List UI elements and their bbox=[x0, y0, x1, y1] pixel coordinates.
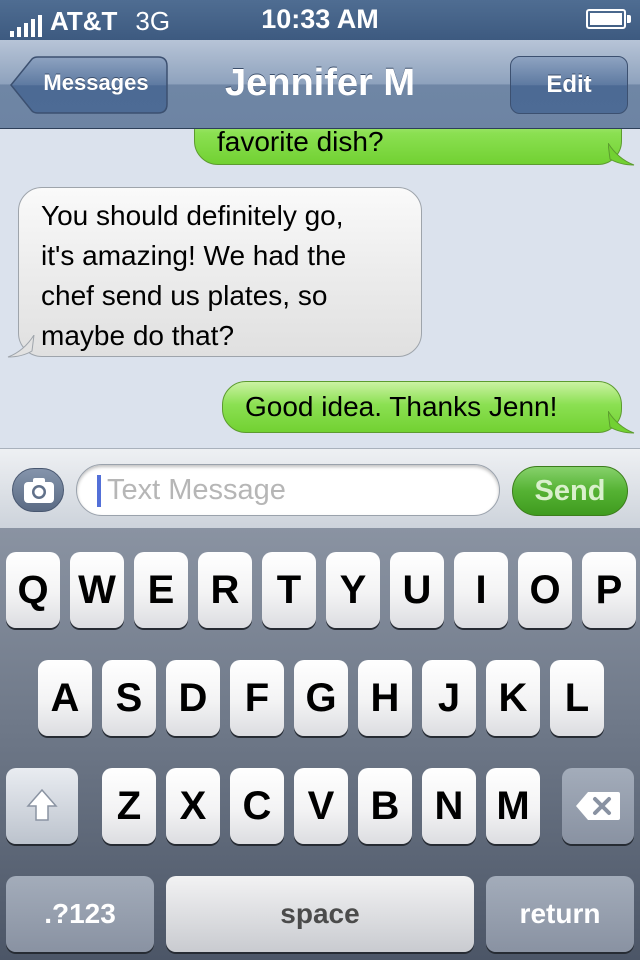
key-label: K bbox=[498, 676, 528, 720]
key-label: H bbox=[370, 676, 400, 720]
key-k[interactable]: K bbox=[486, 660, 540, 736]
key-v[interactable]: V bbox=[294, 768, 348, 844]
backspace-icon bbox=[576, 792, 620, 820]
key-label: X bbox=[179, 784, 207, 828]
key-u[interactable]: U bbox=[390, 552, 444, 628]
key-x[interactable]: X bbox=[166, 768, 220, 844]
key-label: U bbox=[402, 568, 432, 612]
delete-key[interactable] bbox=[562, 768, 634, 844]
camera-icon bbox=[24, 478, 54, 503]
key-label: .?123 bbox=[44, 898, 116, 929]
conversation-area[interactable]: favorite dish? You should definitely go,… bbox=[0, 129, 640, 448]
key-i[interactable]: I bbox=[454, 552, 508, 628]
message-line: chef send us plates, so bbox=[41, 280, 328, 311]
return-key[interactable]: return bbox=[486, 876, 634, 952]
keyboard: Q W E R T Y U I O P A S D F G H J K L Z … bbox=[0, 528, 640, 960]
key-label: L bbox=[564, 676, 590, 720]
key-h[interactable]: H bbox=[358, 660, 412, 736]
message-text: favorite dish? bbox=[217, 129, 384, 157]
bubble-tail-outgoing bbox=[608, 411, 635, 434]
key-g[interactable]: G bbox=[294, 660, 348, 736]
key-m[interactable]: M bbox=[486, 768, 540, 844]
key-label: I bbox=[475, 568, 487, 612]
space-key[interactable]: space bbox=[166, 876, 474, 952]
key-label: G bbox=[305, 676, 337, 720]
key-label: Y bbox=[339, 568, 367, 612]
key-label: Q bbox=[17, 568, 49, 612]
key-label: F bbox=[244, 676, 270, 720]
message-bubble-outgoing[interactable]: Good idea. Thanks Jenn! bbox=[222, 381, 622, 433]
key-p[interactable]: P bbox=[582, 552, 636, 628]
status-time: 10:33 AM bbox=[261, 4, 379, 34]
key-label: N bbox=[434, 784, 464, 828]
key-label: O bbox=[529, 568, 561, 612]
key-label: C bbox=[242, 784, 272, 828]
key-d[interactable]: D bbox=[166, 660, 220, 736]
bubble-tail-outgoing bbox=[608, 143, 635, 166]
key-t[interactable]: T bbox=[262, 552, 316, 628]
key-y[interactable]: Y bbox=[326, 552, 380, 628]
key-label: space bbox=[280, 898, 360, 929]
shift-arrow-icon bbox=[26, 788, 58, 821]
key-label: A bbox=[50, 676, 80, 720]
key-label: V bbox=[307, 784, 335, 828]
message-line: You should definitely go, bbox=[41, 200, 344, 231]
send-button[interactable]: Send bbox=[512, 466, 628, 516]
message-line: it's amazing! We had the bbox=[41, 240, 347, 271]
key-label: M bbox=[496, 784, 530, 828]
key-label: W bbox=[78, 568, 116, 612]
key-label: S bbox=[115, 676, 143, 720]
key-label: R bbox=[210, 568, 240, 612]
key-w[interactable]: W bbox=[70, 552, 124, 628]
key-label: E bbox=[147, 568, 175, 612]
message-bubble-outgoing[interactable]: favorite dish? bbox=[194, 129, 622, 165]
battery-icon bbox=[586, 9, 631, 29]
text-cursor bbox=[97, 475, 101, 507]
key-s[interactable]: S bbox=[102, 660, 156, 736]
edit-button[interactable]: Edit bbox=[510, 56, 628, 114]
key-e[interactable]: E bbox=[134, 552, 188, 628]
key-label: D bbox=[178, 676, 208, 720]
key-j[interactable]: J bbox=[422, 660, 476, 736]
message-bubble-incoming[interactable]: You should definitely go, it's amazing! … bbox=[18, 187, 422, 357]
key-n[interactable]: N bbox=[422, 768, 476, 844]
input-placeholder: Text Message bbox=[107, 474, 286, 506]
key-z[interactable]: Z bbox=[102, 768, 156, 844]
key-label: J bbox=[437, 676, 461, 720]
key-label: P bbox=[595, 568, 623, 612]
key-label: return bbox=[519, 898, 601, 929]
message-line: maybe do that? bbox=[41, 320, 235, 351]
navigation-bar: Messages Jennifer M Edit bbox=[0, 40, 640, 129]
key-label: B bbox=[370, 784, 400, 828]
key-c[interactable]: C bbox=[230, 768, 284, 844]
key-b[interactable]: B bbox=[358, 768, 412, 844]
message-composer: Text Message Send bbox=[0, 448, 640, 528]
numbers-key[interactable]: .?123 bbox=[6, 876, 154, 952]
key-r[interactable]: R bbox=[198, 552, 252, 628]
shift-key[interactable] bbox=[6, 768, 78, 844]
key-o[interactable]: O bbox=[518, 552, 572, 628]
key-f[interactable]: F bbox=[230, 660, 284, 736]
status-bar: AT&T 3G 10:33 AM bbox=[0, 0, 640, 40]
key-label: T bbox=[276, 568, 302, 612]
text-message-input[interactable]: Text Message bbox=[76, 464, 500, 516]
key-l[interactable]: L bbox=[550, 660, 604, 736]
camera-button[interactable] bbox=[12, 468, 64, 512]
key-q[interactable]: Q bbox=[6, 552, 60, 628]
bubble-tail-incoming bbox=[7, 335, 35, 358]
key-label: Z bbox=[116, 784, 142, 828]
message-text: Good idea. Thanks Jenn! bbox=[245, 391, 558, 422]
key-a[interactable]: A bbox=[38, 660, 92, 736]
